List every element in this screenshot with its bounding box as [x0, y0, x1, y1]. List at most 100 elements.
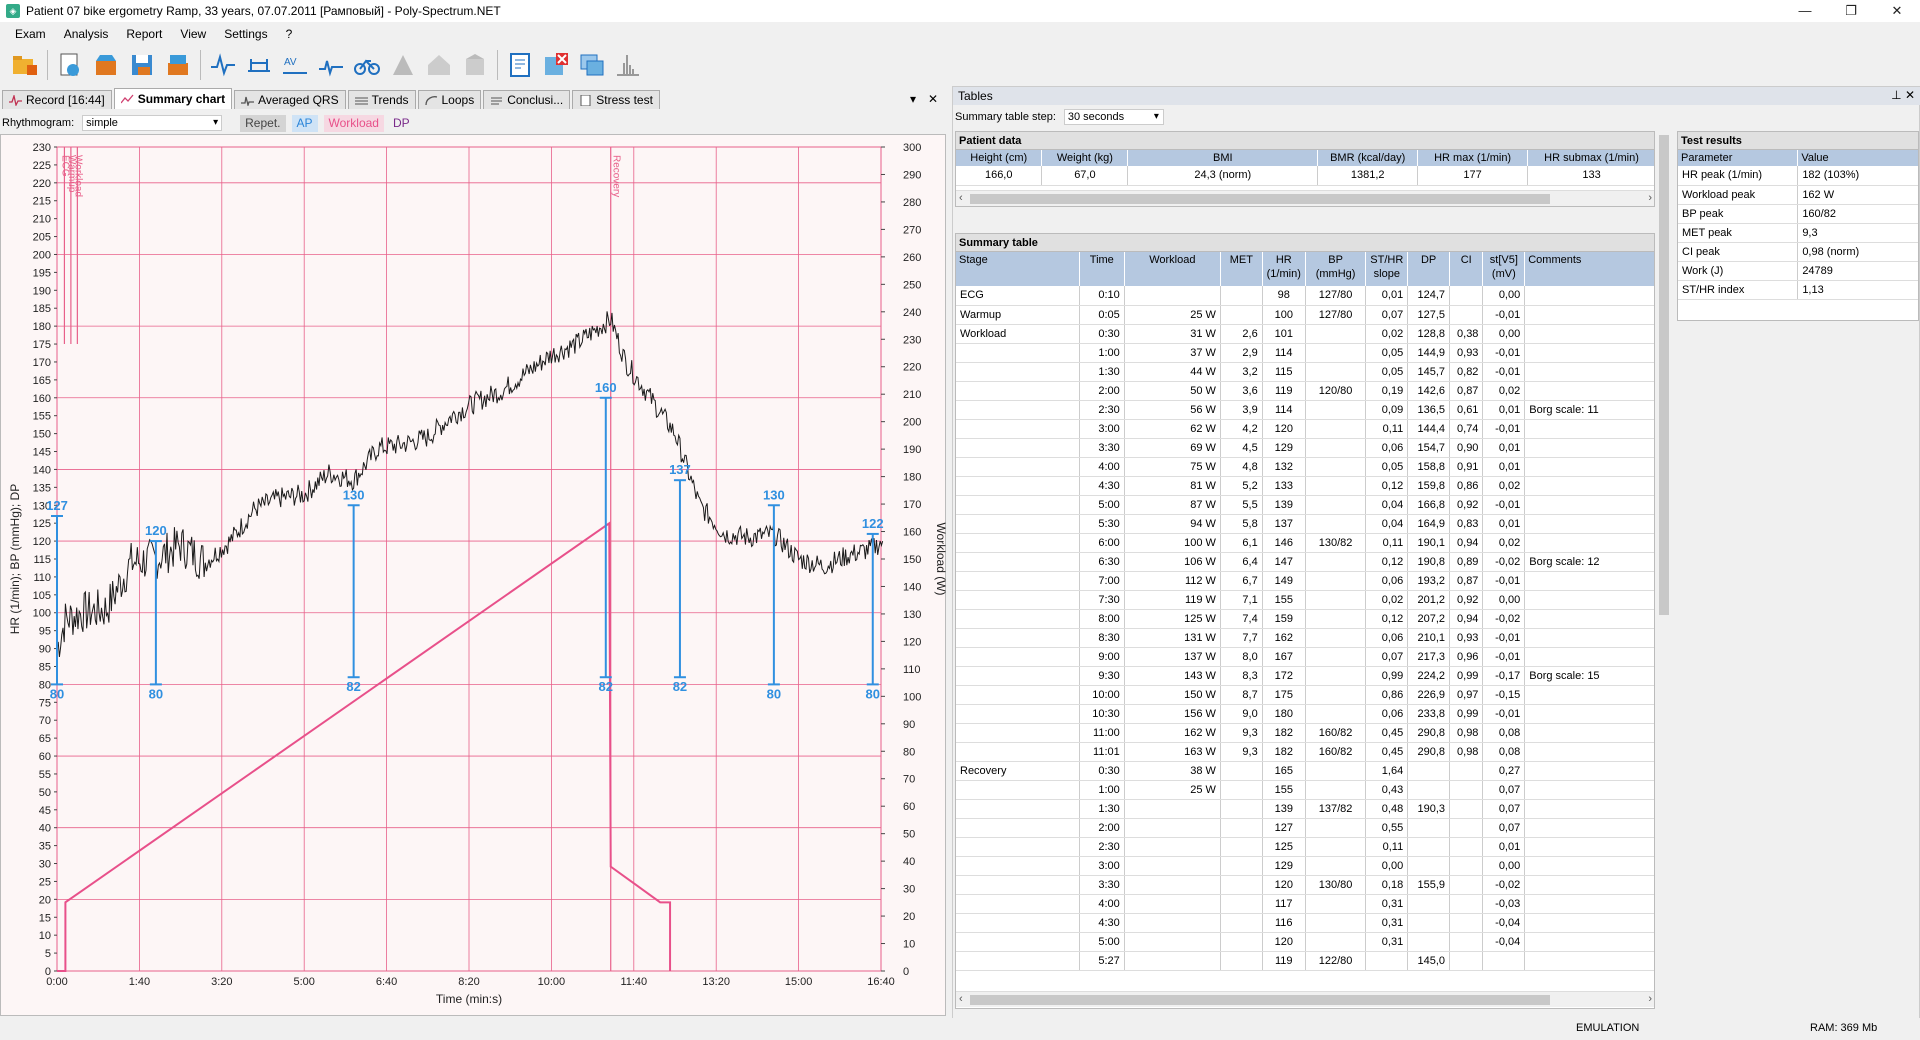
table-row[interactable]: 3:30 69 W 4,5 129 0,06 154,7 0,90 0,01	[956, 438, 1654, 458]
table-row[interactable]: 10:00 150 W 8,7 175 0,86 226,9 0,97 -0,15	[956, 685, 1654, 705]
menu-report[interactable]: Report	[117, 27, 171, 41]
table-row[interactable]: 1:00 37 W 2,9 114 0,05 144,9 0,93 -0,01	[956, 343, 1654, 363]
patient-col-header[interactable]: BMI	[1127, 150, 1319, 166]
table-row[interactable]: 9:00 137 W 8,0 167 0,07 217,3 0,96 -0,01	[956, 647, 1654, 667]
menu-exam[interactable]: Exam	[6, 27, 55, 41]
analysis-button-3[interactable]: AV	[278, 48, 312, 82]
table-row[interactable]: MET peak 9,3	[1678, 223, 1918, 243]
summary-col-header[interactable]: BP (mmHg)	[1305, 252, 1367, 286]
tables-vscroll[interactable]	[1657, 131, 1671, 1009]
table-row[interactable]: 6:00 100 W 6,1 146 130/82 0,11 190,1 0,94 0,02	[956, 533, 1654, 553]
menu-settings[interactable]: Settings	[215, 27, 276, 41]
table-row[interactable]: ST/HR index 1,13	[1678, 280, 1918, 300]
close-tab-button[interactable]: ✕	[928, 92, 938, 106]
tab-trends[interactable]: Trends	[347, 90, 416, 109]
summary-col-header[interactable]: CI	[1449, 252, 1484, 286]
table-row[interactable]: 1:30 139 137/82 0,48 190,3 0,07	[956, 799, 1654, 819]
patient-col-header[interactable]: Height (cm)	[956, 150, 1043, 166]
table-row[interactable]: 9:30 143 W 8,3 172 0,99 224,2 0,99 -0,17 Borg sc…	[956, 666, 1654, 686]
maximize-button[interactable]: ❐	[1828, 0, 1874, 22]
table-row[interactable]: 11:00 162 W 9,3 182 160/82 0,45 290,8 0,98 0,08	[956, 723, 1654, 743]
toggle-repet[interactable]: Repet.	[240, 114, 286, 132]
exam-button-5[interactable]	[161, 48, 195, 82]
menu-view[interactable]: View	[171, 27, 215, 41]
analysis-button-8[interactable]	[458, 48, 492, 82]
table-row[interactable]: 3:30 120 130/80 0,18 155,9 -0,02	[956, 875, 1654, 895]
minimize-button[interactable]: —	[1782, 0, 1828, 22]
tab-stress-test[interactable]: Stress test	[572, 90, 660, 109]
tab-averaged-qrs[interactable]: Averaged QRS	[234, 90, 346, 109]
summary-col-header[interactable]: Comments	[1524, 252, 1654, 286]
table-row[interactable]: 4:00 117 0,31 -0,03	[956, 894, 1654, 914]
open-exam-button[interactable]	[8, 48, 42, 82]
table-row[interactable]: 4:00 75 W 4,8 132 0,05 158,8 0,91 0,01	[956, 457, 1654, 477]
table-row[interactable]: 1:00 25 W 155 0,43 0,07	[956, 780, 1654, 800]
table-row[interactable]: ECG 0:10 98 127/80 0,01 124,7 0,00	[956, 286, 1654, 306]
summary-col-header[interactable]: Time	[1079, 252, 1125, 286]
results-col-header[interactable]: Value	[1797, 150, 1918, 166]
summary-col-header[interactable]: Stage	[956, 252, 1080, 286]
analysis-button-1[interactable]	[206, 48, 240, 82]
summary-col-header[interactable]: DP	[1407, 252, 1450, 286]
table-row[interactable]: 4:30 116 0,31 -0,04	[956, 913, 1654, 933]
patient-hscroll[interactable]: ‹ ›	[956, 190, 1654, 206]
table-row[interactable]: 5:00 87 W 5,5 139 0,04 166,8 0,92 -0,01	[956, 495, 1654, 515]
summary-chart[interactable]: 0 5 10 15 20 25 30 35 40 45 50 55 60 65 70 75 80 85 90 95 10…	[0, 134, 947, 1016]
toggle-ap[interactable]: AP	[291, 114, 318, 132]
panel-pin-close[interactable]: ⊥ ✕	[1891, 88, 1915, 102]
table-row[interactable]: Workload 0:30 31 W 2,6 101 0,02 128,8 0,38 0,00	[956, 324, 1654, 344]
summary-col-header[interactable]: MET	[1220, 252, 1263, 286]
tab-loops[interactable]: Loops	[417, 90, 482, 109]
table-row[interactable]: 10:30 156 W 9,0 180 0,06 233,8 0,99 -0,01	[956, 704, 1654, 724]
results-col-header[interactable]: Parameter	[1678, 150, 1799, 166]
table-row[interactable]: BP peak 160/82	[1678, 204, 1918, 224]
table-row[interactable]: 8:30 131 W 7,7 162 0,06 210,1 0,93 -0,01	[956, 628, 1654, 648]
analysis-button-7[interactable]	[422, 48, 456, 82]
tab-summary-chart[interactable]: Summary chart	[113, 88, 233, 109]
table-row[interactable]: 2:30 56 W 3,9 114 0,09 136,5 0,61 0,01 Borg scal…	[956, 400, 1654, 420]
table-row[interactable]: Work (J) 24789	[1678, 261, 1918, 281]
table-row[interactable]: 2:30 125 0,11 0,01	[956, 837, 1654, 857]
table-row[interactable]: 2:00 50 W 3,6 119 120/80 0,19 142,6 0,87 0,02	[956, 381, 1654, 401]
table-row[interactable]: Recovery 0:30 38 W 165 1,64 0,27	[956, 761, 1654, 781]
table-row[interactable]: 5:30 94 W 5,8 137 0,04 164,9 0,83 0,01	[956, 514, 1654, 534]
table-row[interactable]: 1:30 44 W 3,2 115 0,05 145,7 0,82 -0,01	[956, 362, 1654, 382]
table-row[interactable]: Workload peak 162 W	[1678, 185, 1918, 205]
table-row[interactable]: 7:30 119 W 7,1 155 0,02 201,2 0,92 0,00	[956, 590, 1654, 610]
tab-record[interactable]: Record [16:44]	[2, 90, 112, 109]
exam-button-2[interactable]	[53, 48, 87, 82]
table-row[interactable]: 5:00 120 0,31 -0,04	[956, 932, 1654, 952]
summary-col-header[interactable]: Workload	[1124, 252, 1221, 286]
summary-col-header[interactable]: ST/HR slope	[1365, 252, 1409, 286]
table-row[interactable]: 3:00 62 W 4,2 120 0,11 144,4 0,74 -0,01	[956, 419, 1654, 439]
summary-hscroll[interactable]: ‹ ›	[956, 991, 1654, 1007]
patient-col-header[interactable]: HR max (1/min)	[1417, 150, 1529, 166]
table-row[interactable]: CI peak 0,98 (norm)	[1678, 242, 1918, 262]
report-button-2[interactable]	[539, 48, 573, 82]
report-button-1[interactable]	[503, 48, 537, 82]
exam-button-4[interactable]	[125, 48, 159, 82]
table-row[interactable]: 4:30 81 W 5,2 133 0,12 159,8 0,86 0,02	[956, 476, 1654, 496]
patient-col-header[interactable]: BMR (kcal/day)	[1317, 150, 1419, 166]
table-row[interactable]: 3:00 129 0,00 0,00	[956, 856, 1654, 876]
table-row[interactable]: 6:30 106 W 6,4 147 0,12 190,8 0,89 -0,02 Borg sc…	[956, 552, 1654, 572]
table-row[interactable]: 5:27 119 122/80 145,0	[956, 951, 1654, 971]
table-row[interactable]: 7:00 112 W 6,7 149 0,06 193,2 0,87 -0,01	[956, 571, 1654, 591]
report-button-3[interactable]	[575, 48, 609, 82]
table-row[interactable]: HR peak (1/min) 182 (103%)	[1678, 166, 1918, 186]
table-row[interactable]: 2:00 127 0,55 0,07	[956, 818, 1654, 838]
exam-button-3[interactable]	[89, 48, 123, 82]
analysis-button-4[interactable]	[314, 48, 348, 82]
patient-col-header[interactable]: HR submax (1/min)	[1527, 150, 1654, 166]
patient-col-header[interactable]: Weight (kg)	[1041, 150, 1129, 166]
table-row[interactable]: 11:01 163 W 9,3 182 160/82 0,45 290,8 0,98 0,08	[956, 742, 1654, 762]
toggle-dp[interactable]: DP	[388, 115, 415, 132]
summary-col-header[interactable]: HR (1/min)	[1262, 252, 1306, 286]
summary-col-header[interactable]: st[V5] (mV)	[1482, 252, 1526, 286]
analysis-button-2[interactable]	[242, 48, 276, 82]
tab-conclusion[interactable]: Conclusi...	[483, 90, 571, 109]
report-button-4[interactable]	[611, 48, 645, 82]
table-row[interactable]: Warmup 0:05 25 W 100 127/80 0,07 127,5 -0,01	[956, 305, 1654, 325]
close-button[interactable]: ✕	[1874, 0, 1920, 22]
analysis-button-6[interactable]	[386, 48, 420, 82]
